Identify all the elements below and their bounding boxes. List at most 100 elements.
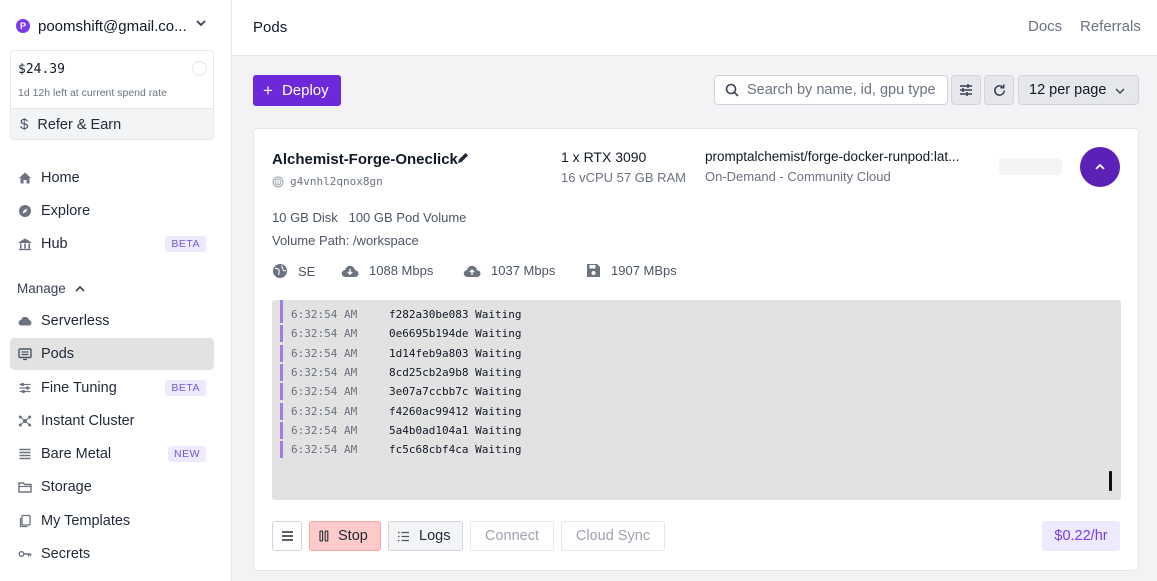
cluster-icon [18, 414, 32, 428]
sidebar-item-instant-cluster[interactable]: Instant Cluster [10, 405, 214, 437]
container-image: promptalchemist/forge-docker-runpod:lat.… [705, 149, 960, 164]
beta-badge: BETA [165, 236, 206, 252]
cloud-type: On-Demand - Community Cloud [705, 169, 891, 184]
sidebar-item-secrets[interactable]: Secrets [10, 538, 214, 570]
log-scrollbar[interactable] [1109, 471, 1112, 491]
folder-icon [18, 480, 32, 494]
list-icon [398, 531, 409, 541]
search-input[interactable] [747, 82, 939, 98]
per-page-select[interactable]: 12 per page [1018, 75, 1139, 105]
container-disk: 10 GB Disk [272, 210, 338, 225]
log-line: 6:32:54 AM 8cd25cb2a9b8 Waiting [280, 364, 521, 381]
menu-button[interactable] [272, 521, 302, 551]
compass-icon [18, 204, 32, 218]
price-badge: $0.22/hr [1042, 521, 1120, 551]
sidebar-item-label: Serverless [41, 313, 110, 329]
disk-info: 10 GB Disk 100 GB Pod Volume [272, 210, 466, 225]
dollar-icon: $ [20, 116, 29, 133]
deploy-button[interactable]: + Deploy [253, 75, 341, 106]
sidebar-item-fine-tuning[interactable]: Fine Tuning BETA [10, 372, 214, 404]
sidebar-item-explore[interactable]: Explore [10, 195, 214, 227]
log-marker [280, 403, 283, 420]
download-value: 1088 Mbps [369, 263, 434, 278]
chevron-down-icon [196, 20, 206, 27]
sidebar-item-label: Fine Tuning [41, 380, 117, 396]
sidebar: P poomshift@gmail.co... $24.39 1d 12h le… [0, 0, 232, 581]
pod-id: g4vnhl2qnox8gn [272, 175, 383, 188]
key-icon [18, 547, 32, 561]
filter-button[interactable] [951, 75, 981, 105]
log-marker [280, 364, 283, 381]
pencil-icon[interactable] [456, 151, 470, 165]
search-box [714, 75, 948, 105]
balance-amount: $24.39 [18, 62, 65, 77]
spinner-icon [192, 61, 207, 76]
sidebar-item-serverless[interactable]: Serverless [10, 305, 214, 337]
new-badge: NEW [168, 446, 206, 462]
server-icon [18, 447, 32, 461]
docs-link[interactable]: Docs [1028, 18, 1062, 35]
logs-button[interactable]: Logs [388, 521, 463, 551]
collapse-button[interactable] [1080, 147, 1120, 187]
log-line: 6:32:54 AM 5a4b0ad104a1 Waiting [280, 422, 521, 439]
avatar: P [16, 19, 30, 33]
refresh-icon [993, 83, 1005, 96]
page-title: Pods [253, 19, 288, 36]
refer-earn-button[interactable]: $ Refer & Earn [11, 108, 213, 139]
manage-label: Manage [17, 281, 66, 296]
region-stat: SE [272, 263, 315, 279]
log-marker [280, 422, 283, 439]
cloud-upload-icon [463, 265, 481, 277]
stop-label: Stop [338, 528, 368, 544]
plus-icon: + [263, 81, 273, 100]
pods-icon [18, 347, 32, 361]
pod-name: Alchemist-Forge-Oneclick [272, 151, 458, 168]
disk-speed-value: 1907 MBps [611, 263, 677, 278]
refresh-button[interactable] [984, 75, 1014, 105]
balance-card: $24.39 1d 12h left at current spend rate… [10, 50, 214, 140]
sidebar-item-label: Bare Metal [41, 446, 112, 462]
log-line: 6:32:54 AM 3e07a7ccbb7c Waiting [280, 383, 521, 400]
referrals-link[interactable]: Referrals [1080, 18, 1141, 35]
sidebar-item-hub[interactable]: Hub BETA [10, 228, 214, 260]
sidebar-item-home[interactable]: Home [10, 162, 214, 194]
sidebar-item-bare-metal[interactable]: Bare Metal NEW [10, 438, 214, 470]
sidebar-item-label: Secrets [41, 546, 91, 562]
sidebar-item-label: My Templates [41, 513, 131, 529]
search-icon [725, 83, 739, 97]
sidebar-item-storage[interactable]: Storage [10, 471, 214, 503]
log-marker [280, 345, 283, 362]
chevron-up-icon [75, 285, 85, 292]
sidebar-item-label: Home [41, 170, 80, 186]
disk-speed-stat: 1907 MBps [586, 263, 677, 278]
stop-button[interactable]: Stop [309, 521, 381, 551]
balance-note: 1d 12h left at current spend rate [18, 87, 167, 99]
sliders-icon [960, 84, 972, 96]
account-email: poomshift@gmail.co... [38, 17, 187, 35]
fingerprint-icon [272, 176, 284, 187]
sidebar-item-pods[interactable]: Pods [10, 338, 214, 370]
cloud-download-icon [341, 265, 359, 277]
upload-stat: 1037 Mbps [463, 263, 555, 278]
sidebar-item-label: Storage [41, 479, 92, 495]
beta-badge: BETA [165, 380, 206, 396]
log-output[interactable]: 6:32:54 AM f282a30be083 Waiting 6:32:54 A… [272, 300, 1121, 500]
log-line: 6:32:54 AM fc5c68cbf4ca Waiting [280, 441, 521, 458]
manage-section-toggle[interactable]: Manage [17, 281, 86, 296]
account-switcher[interactable]: P poomshift@gmail.co... [16, 14, 216, 38]
logs-label: Logs [419, 528, 451, 544]
cloud-sync-button[interactable]: Cloud Sync [561, 521, 665, 551]
log-marker [280, 441, 283, 458]
refer-earn-label: Refer & Earn [37, 116, 122, 133]
save-icon [587, 264, 600, 277]
log-marker [280, 383, 283, 400]
sliders-icon [18, 381, 32, 395]
upload-value: 1037 Mbps [491, 263, 556, 278]
log-line: 6:32:54 AM 0e6695b194de Waiting [280, 325, 521, 342]
connect-button[interactable]: Connect [470, 521, 554, 551]
sidebar-item-label: Instant Cluster [41, 413, 135, 429]
sidebar-item-label: Hub [41, 236, 68, 252]
sidebar-item-my-templates[interactable]: My Templates [10, 505, 214, 537]
cpu-ram-info: 16 vCPU 57 GB RAM [561, 170, 686, 185]
chevron-up-icon [1095, 163, 1105, 170]
